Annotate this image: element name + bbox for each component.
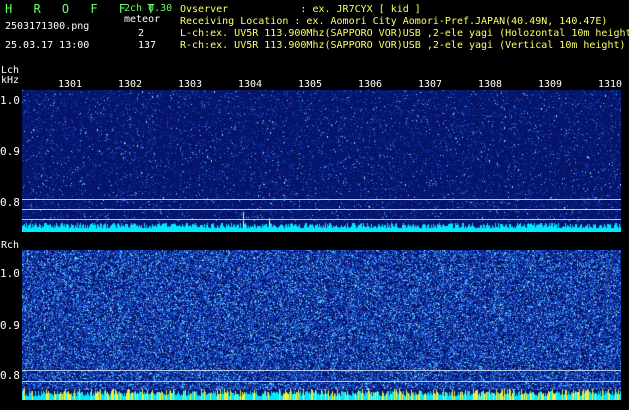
rch-ytick: 0.9 xyxy=(0,320,20,331)
rch-label: Rch xyxy=(1,241,19,251)
rch-info: R-ch:ex. UV5R 113.900Mhz(SAPPORO VOR)USB… xyxy=(180,41,626,51)
lch-marker-line xyxy=(22,199,621,200)
meteor-l-count: 2 xyxy=(138,29,144,39)
lch-marker-line xyxy=(22,209,621,210)
observer-info: Ovserver : ex. JR7CYX [ kid ] xyxy=(180,5,421,15)
meteor-label: meteor xyxy=(124,15,160,25)
datetime: 25.03.17 13:00 xyxy=(5,41,89,51)
rch-ytick: 1.0 xyxy=(0,268,20,279)
rch-marker-line xyxy=(22,370,621,371)
time-tick: 1303 xyxy=(178,80,202,90)
time-tick: 1310 xyxy=(598,80,622,90)
lch-spectrogram xyxy=(22,90,621,232)
time-tick: 1308 xyxy=(478,80,502,90)
time-tick: 1305 xyxy=(298,80,322,90)
time-tick: 1306 xyxy=(358,80,382,90)
time-tick: 1307 xyxy=(418,80,442,90)
lch-waterfall xyxy=(22,90,621,232)
time-tick: 1304 xyxy=(238,80,262,90)
lch-unit: kHz xyxy=(1,76,19,86)
rch-ytick: 0.8 xyxy=(0,370,20,381)
meteor-r-count: 137 xyxy=(138,41,156,51)
lch-marker-line xyxy=(22,219,621,220)
rch-waterfall xyxy=(22,250,621,400)
lch-info: L-ch:ex. UV5R 113.900Mhz(SAPPORO VOR)USB… xyxy=(180,29,629,39)
time-tick: 1301 xyxy=(58,80,82,90)
location-info: Receiving Location : ex. Aomori City Aom… xyxy=(180,17,607,27)
mode-label: 2ch 0.30 xyxy=(124,4,172,14)
lch-ytick: 0.8 xyxy=(0,197,20,208)
rch-marker-line xyxy=(22,381,621,382)
rch-spectrogram xyxy=(22,250,621,400)
time-tick: 1309 xyxy=(538,80,562,90)
lch-ytick: 0.9 xyxy=(0,146,20,157)
lch-ytick: 1.0 xyxy=(0,95,20,106)
filename: 2503171300.png xyxy=(5,22,89,32)
time-tick: 1302 xyxy=(118,80,142,90)
